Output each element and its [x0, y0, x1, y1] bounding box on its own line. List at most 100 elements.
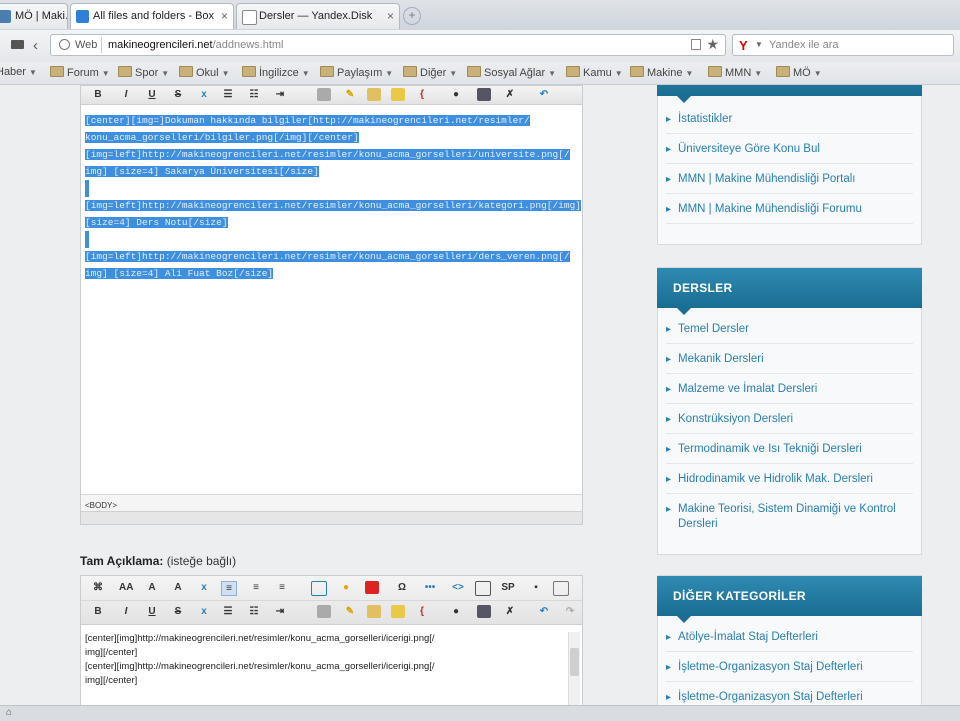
italic-button[interactable]: I: [119, 605, 133, 618]
scrollbar-thumb[interactable]: [570, 648, 579, 676]
font-style-icon[interactable]: A: [171, 581, 185, 594]
bookmark-haber[interactable]: Haber▼: [0, 66, 37, 78]
remove-format-icon[interactable]: ✗: [503, 88, 517, 101]
tab-yandex-disk[interactable]: Dersler — Yandex.Disk ×: [236, 3, 400, 29]
sidebar-link[interactable]: Malzeme ve İmalat Dersleri: [666, 374, 913, 404]
image-icon[interactable]: [367, 605, 381, 618]
font-color-icon[interactable]: A: [145, 581, 159, 594]
align-right-icon[interactable]: ≡: [275, 581, 289, 594]
bookmark-spor[interactable]: Spor ▼: [118, 66, 169, 79]
font-icon[interactable]: ⌘: [91, 581, 105, 594]
indent-icon[interactable]: ⇥: [273, 605, 287, 618]
tab-box[interactable]: All files and folders - Box ×: [70, 3, 234, 29]
new-tab-button[interactable]: +: [403, 7, 421, 25]
link-icon[interactable]: ✎: [343, 88, 357, 101]
flash-icon[interactable]: [365, 581, 379, 594]
underline-button[interactable]: U: [145, 605, 159, 618]
code-icon[interactable]: {: [415, 88, 429, 101]
help-icon[interactable]: ●: [449, 605, 463, 618]
undo-icon[interactable]: ↶: [537, 605, 551, 618]
bookmark-makine[interactable]: Makine ▼: [630, 66, 693, 79]
spoiler-icon[interactable]: SP: [501, 581, 515, 594]
redo-icon[interactable]: ↷: [563, 605, 577, 618]
bookmark-forum[interactable]: Forum ▼: [50, 66, 110, 79]
bookmark-ingilizce[interactable]: İngilizce ▼: [242, 66, 310, 79]
sidebar-link[interactable]: İşletme-Organizasyon Staj Defterleri: [666, 652, 913, 682]
bold-button[interactable]: B: [91, 605, 105, 618]
link-icon[interactable]: ✎: [343, 605, 357, 618]
source-icon[interactable]: <>: [451, 581, 465, 594]
chevron-down-icon[interactable]: ▼: [755, 40, 763, 49]
media-icon[interactable]: [311, 581, 327, 596]
editor-scrollbar[interactable]: [568, 632, 580, 705]
table-icon[interactable]: [475, 581, 491, 596]
sidebar-link[interactable]: Termodinamik ve Isı Tekniği Dersleri: [666, 434, 913, 464]
sidebar-link[interactable]: Makine Teorisi, Sistem Dinamiği ve Kontr…: [666, 494, 913, 538]
code-icon[interactable]: {: [415, 605, 429, 618]
sidebar-link[interactable]: MMN | Makine Mühendisliği Forumu: [666, 194, 913, 224]
more-icon[interactable]: •••: [423, 581, 437, 594]
special-char-icon[interactable]: Ω: [395, 581, 409, 594]
font-size-icon[interactable]: AA: [119, 581, 133, 594]
bookmark-paylasim[interactable]: Paylaşım ▼: [320, 66, 393, 79]
search-input[interactable]: Y ▼ Yandex ile ara: [732, 34, 954, 56]
tab-makineogrencileri[interactable]: MÖ | Maki…: [0, 3, 68, 29]
quote-icon[interactable]: [391, 88, 405, 101]
image-icon[interactable]: [367, 88, 381, 101]
undo-icon[interactable]: ↶: [537, 88, 551, 101]
bookmark-kamu[interactable]: Kamu ▼: [566, 66, 623, 79]
editor-text[interactable]: [center][img=]Dokuman hakkında bilgiler[…: [85, 112, 581, 282]
bookmark-diger[interactable]: Diğer ▼: [403, 66, 457, 79]
strike-button[interactable]: S: [171, 88, 185, 101]
subscript-icon[interactable]: x: [197, 581, 211, 594]
strike-button[interactable]: S: [171, 605, 185, 618]
resize-handle[interactable]: [81, 511, 582, 524]
bookmark-okul[interactable]: Okul ▼: [179, 66, 230, 79]
table-icon[interactable]: [477, 605, 491, 618]
close-icon[interactable]: ×: [221, 9, 228, 23]
bold-button[interactable]: B: [91, 88, 105, 101]
sidebar-link[interactable]: Temel Dersler: [666, 314, 913, 344]
sidebar-link[interactable]: Mekanik Dersleri: [666, 344, 913, 374]
bookmark-mo[interactable]: MÖ ▼: [776, 66, 822, 79]
subscript-icon[interactable]: x: [197, 88, 211, 101]
bookmark-mmn[interactable]: MMN ▼: [708, 66, 762, 79]
page-bookmark-icon[interactable]: [691, 39, 701, 50]
indent-icon[interactable]: ⇥: [273, 88, 287, 101]
table-icon[interactable]: [477, 88, 491, 101]
url-text[interactable]: makineogrencileri.net/addnews.html: [108, 39, 284, 51]
ordered-list-icon[interactable]: ☷: [247, 605, 261, 618]
subscript-icon[interactable]: x: [197, 605, 211, 618]
remove-format-icon[interactable]: ✗: [503, 605, 517, 618]
align-left-icon[interactable]: ≡: [221, 581, 237, 596]
mail-icon[interactable]: [11, 40, 24, 49]
bullet-icon[interactable]: ▪: [529, 581, 543, 594]
editor-text[interactable]: [center][img]http://makineogrencileri.ne…: [85, 632, 555, 688]
sidebar-link[interactable]: Hidrodinamik ve Hidrolik Mak. Dersleri: [666, 464, 913, 494]
sidebar-link[interactable]: Konstrüksiyon Dersleri: [666, 404, 913, 434]
sidebar-link[interactable]: Atölye-İmalat Staj Defterleri: [666, 622, 913, 652]
list-icon[interactable]: ☰: [221, 88, 235, 101]
ordered-list-icon[interactable]: ☷: [247, 88, 261, 101]
sidebar-link[interactable]: İşletme-Organizasyon Staj Defterleri: [666, 682, 913, 705]
sidebar-link[interactable]: İstatistikler: [666, 104, 913, 134]
underline-button[interactable]: U: [145, 88, 159, 101]
smiley-icon[interactable]: ●: [339, 581, 353, 594]
fullscreen-icon[interactable]: [553, 581, 569, 596]
sidebar-link[interactable]: MMN | Makine Mühendisliği Portalı: [666, 164, 913, 194]
align-center-icon[interactable]: ≡: [249, 581, 263, 594]
back-icon[interactable]: ‹: [33, 37, 38, 54]
address-bar[interactable]: Web makineogrencileri.net/addnews.html ★: [50, 34, 726, 56]
italic-button[interactable]: I: [119, 88, 133, 101]
bookmark-sosyal-aglar[interactable]: Sosyal Ağlar ▼: [467, 66, 556, 79]
list-icon[interactable]: ☰: [221, 605, 235, 618]
star-icon[interactable]: ★: [706, 36, 719, 53]
full-description-editor[interactable]: ⌘ AA A A x ≡ ≡ ≡ ● Ω ••• <> SP ▪ B I U S…: [80, 575, 583, 705]
hr-icon[interactable]: [317, 605, 331, 618]
hr-icon[interactable]: [317, 88, 331, 101]
quote-icon[interactable]: [391, 605, 405, 618]
sidebar-link[interactable]: Üniversiteye Göre Konu Bul: [666, 134, 913, 164]
short-description-editor[interactable]: B I U S x ☰ ☷ ⇥ ✎ { ● ✗ ↶ [center][img=]…: [80, 85, 583, 525]
help-icon[interactable]: ●: [449, 88, 463, 101]
close-icon[interactable]: ×: [387, 9, 394, 23]
